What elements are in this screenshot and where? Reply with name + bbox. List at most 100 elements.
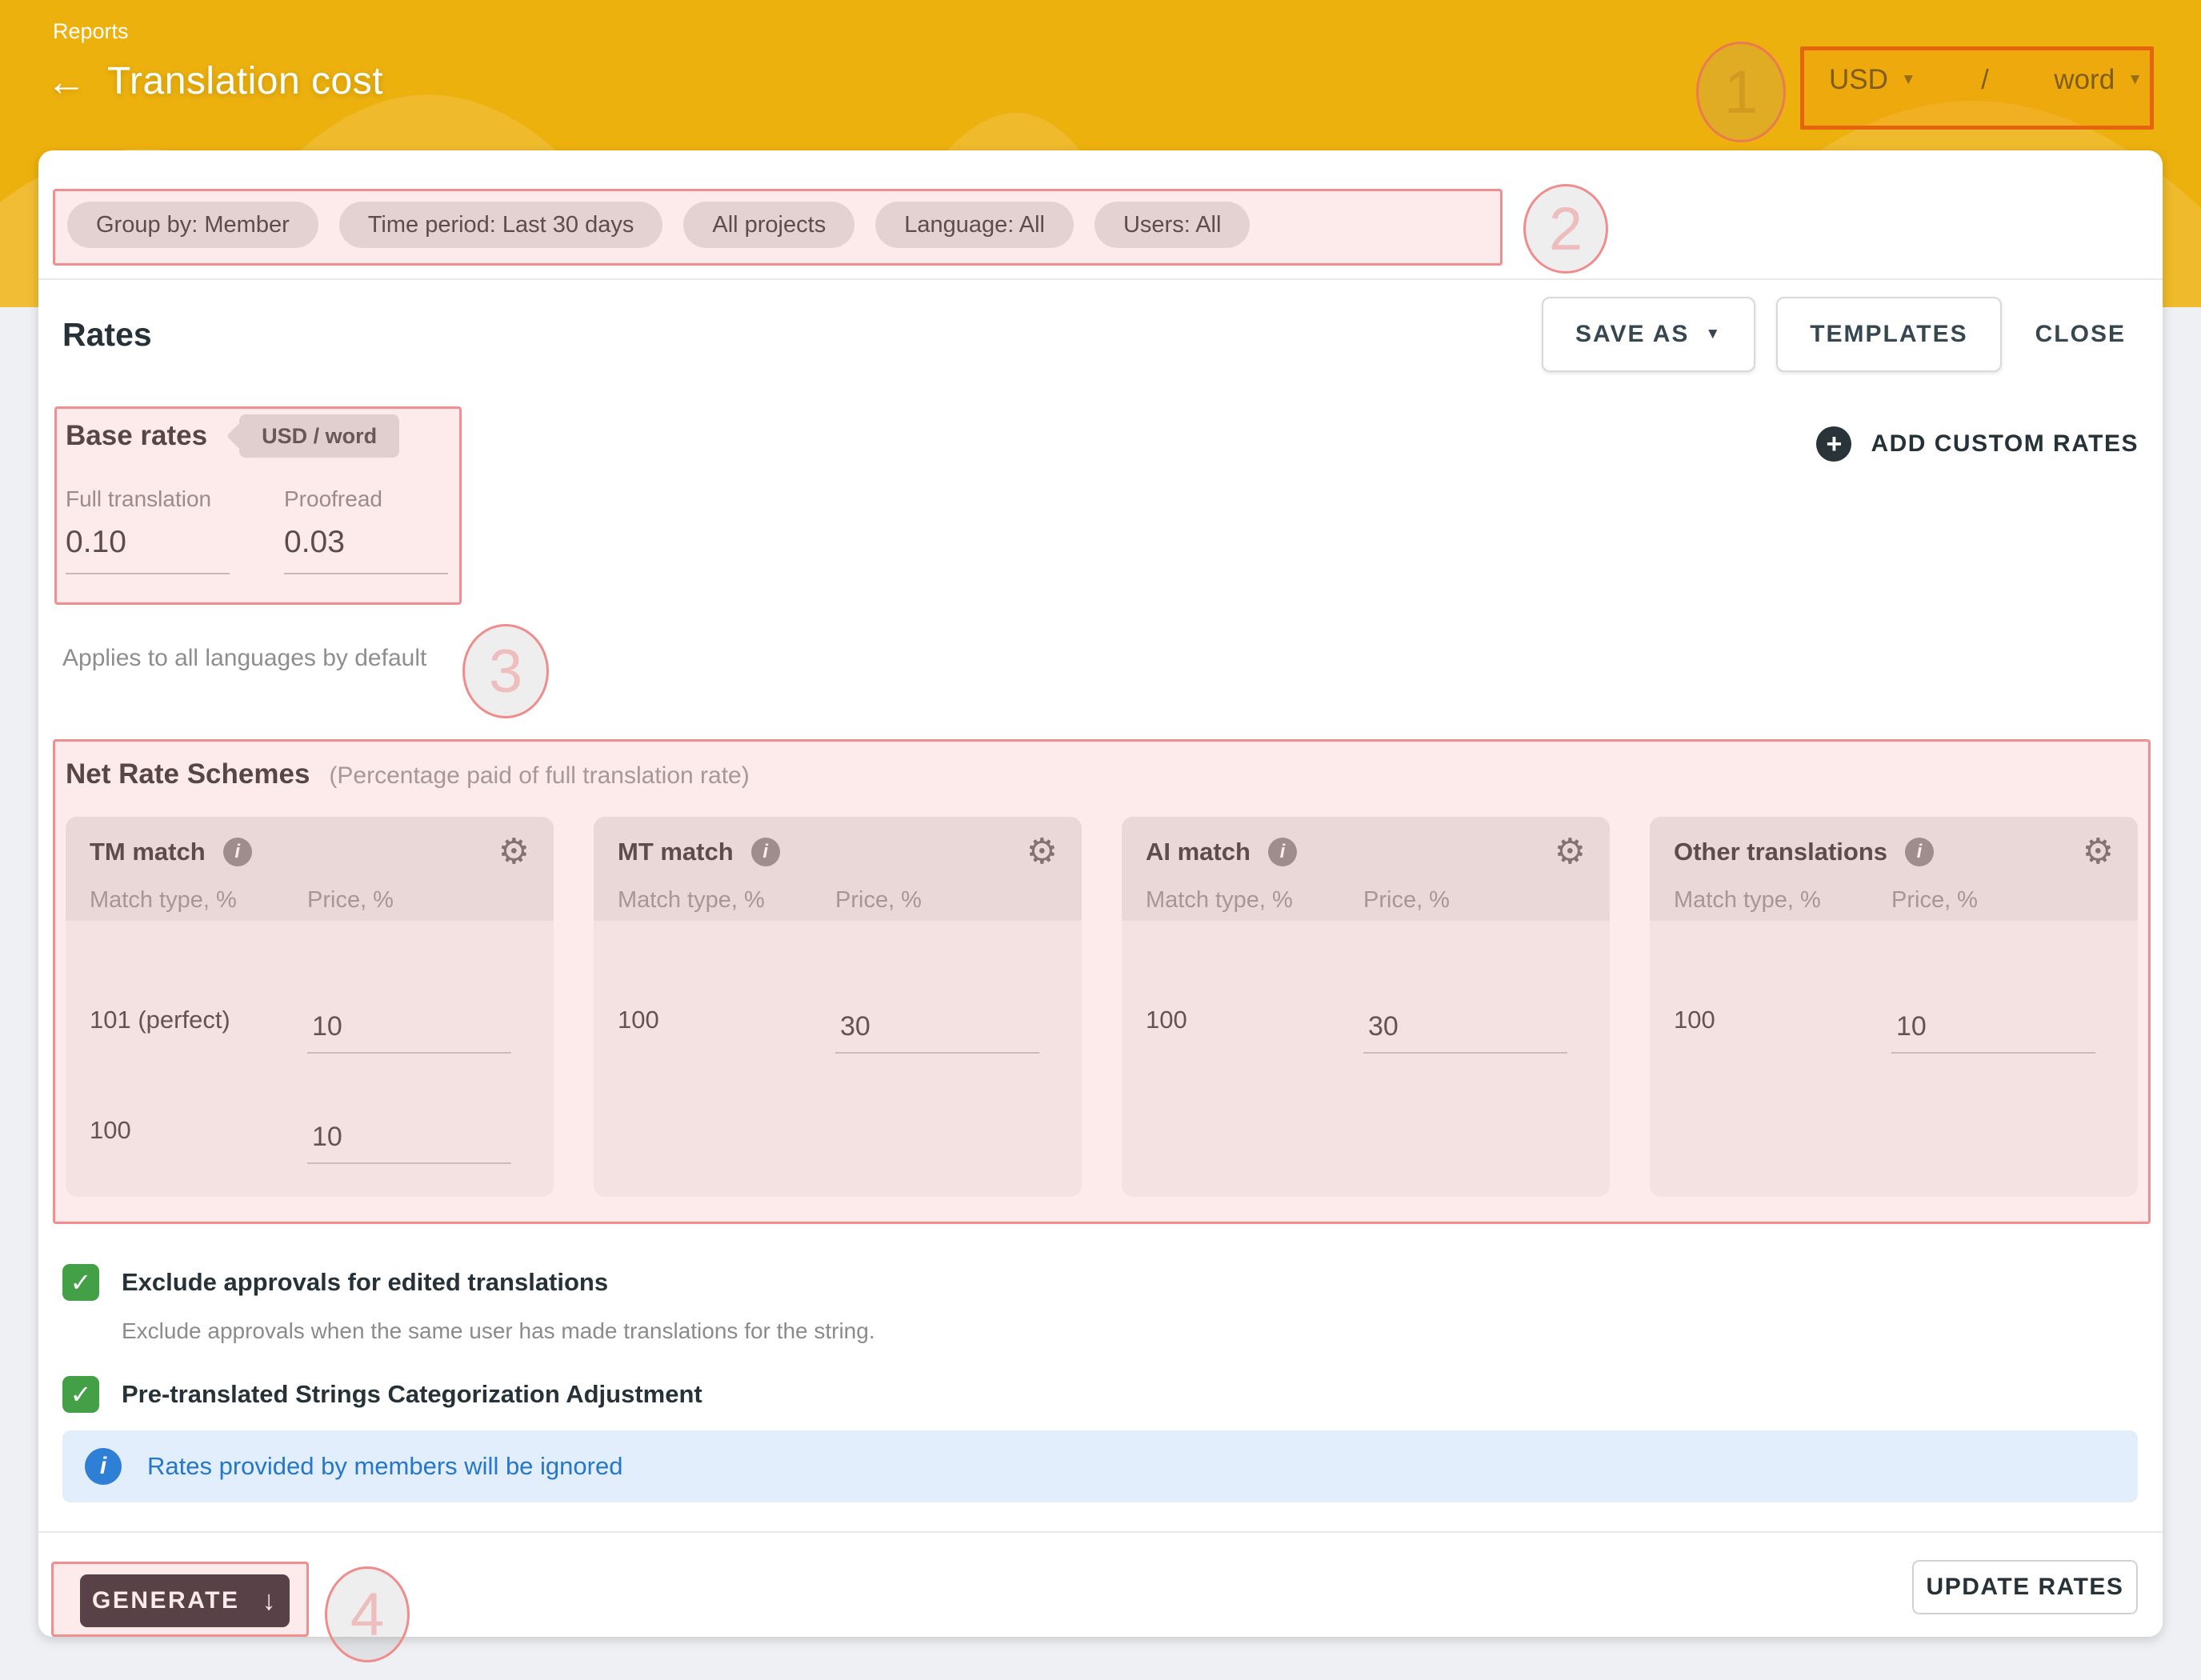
update-rates-button[interactable]: UPDATE RATES [1912,1560,2138,1614]
scheme-row: 100 30 [618,956,1039,1054]
scheme-card-mt-match: MT match i ⚙ Match type, % Price, % 100 … [594,817,1082,1197]
scheme-rows: 100 10 [1650,921,2138,1054]
plus-icon: + [1816,426,1851,462]
net-rate-schemes-subtitle: (Percentage paid of full translation rat… [329,762,749,790]
page-title: Translation cost [107,59,383,103]
chip-group-by[interactable]: Group by: Member [67,202,318,248]
match-type-column-header: Match type, % [618,887,835,914]
separator: / [1981,65,1988,96]
gear-icon[interactable]: ⚙ [2083,834,2114,870]
scheme-card-header: MT match i ⚙ Match type, % Price, % [594,817,1082,921]
scheme-row: 100 10 [90,1066,511,1164]
scheme-rows: 100 30 [1122,921,1610,1054]
rates-actions: SAVE AS ▼ TEMPLATES CLOSE [1542,297,2139,372]
save-as-button[interactable]: SAVE AS ▼ [1542,297,1755,372]
match-type-value: 100 [90,1116,307,1164]
base-rates-fields: Full translation 0.10 Proofread 0.03 [66,486,448,574]
info-icon: i [85,1448,122,1485]
chevron-down-icon: ▼ [1705,326,1722,343]
currency-unit-badge: USD / word [239,414,399,458]
save-as-label: SAVE AS [1575,321,1689,348]
scheme-title: MT match [618,838,734,866]
generate-button[interactable]: GENERATE ↓ [80,1574,290,1627]
scheme-title: AI match [1146,838,1251,866]
scheme-card-header: AI match i ⚙ Match type, % Price, % [1122,817,1610,921]
gear-icon[interactable]: ⚙ [1026,834,1058,870]
checkbox-checked[interactable]: ✓ [62,1264,99,1301]
applies-note: Applies to all languages by default [62,645,426,672]
chip-projects[interactable]: All projects [683,202,854,248]
close-button[interactable]: CLOSE [2023,321,2139,348]
templates-label: TEMPLATES [1810,321,1967,348]
info-banner: i Rates provided by members will be igno… [62,1430,2138,1502]
gear-icon[interactable]: ⚙ [498,834,530,870]
scheme-card-other-translations: Other translations i ⚙ Match type, % Pri… [1650,817,2138,1197]
option-exclude-approvals: ✓ Exclude approvals for edited translati… [62,1264,2131,1301]
price-input[interactable]: 10 [307,1011,511,1054]
price-column-header: Price, % [1363,887,1586,914]
chip-language[interactable]: Language: All [875,202,1074,248]
rates-header-row: Rates SAVE AS ▼ TEMPLATES CLOSE [62,296,2139,373]
option-pretranslated-adjustment: ✓ Pre-translated Strings Categorization … [62,1376,2131,1413]
chevron-down-icon: ▼ [2127,71,2143,89]
base-rates-title: Base rates [66,420,207,452]
unit-value: word [2054,64,2115,96]
scheme-title: Other translations [1674,838,1887,866]
match-type-value: 100 [618,1006,835,1054]
breadcrumb[interactable]: Reports [53,19,129,44]
field-value: 0.10 [66,525,230,560]
templates-button[interactable]: TEMPLATES [1776,297,2001,372]
gear-icon[interactable]: ⚙ [1555,834,1586,870]
scheme-cards-row: TM match i ⚙ Match type, % Price, % 101 … [66,817,2138,1197]
currency-dropdown[interactable]: USD ▼ [1829,64,1916,96]
currency-unit-selector: USD ▼ / word ▼ [1829,64,2143,96]
chip-users[interactable]: Users: All [1094,202,1250,248]
divider [38,1531,2163,1533]
match-type-value: 100 [1146,1006,1363,1054]
price-input[interactable]: 10 [1891,1011,2095,1054]
unit-dropdown[interactable]: word ▼ [2054,64,2143,96]
chip-time-period[interactable]: Time period: Last 30 days [339,202,663,248]
price-input[interactable]: 10 [307,1122,511,1164]
info-icon[interactable]: i [223,838,252,866]
option-label: Pre-translated Strings Categorization Ad… [122,1380,702,1409]
match-type-column-header: Match type, % [1146,887,1363,914]
net-rate-schemes-header: Net Rate Schemes (Percentage paid of ful… [66,758,750,790]
generate-label: GENERATE [92,1587,239,1614]
info-icon[interactable]: i [1905,838,1934,866]
divider [38,278,2163,280]
info-icon[interactable]: i [751,838,780,866]
proofread-field[interactable]: Proofread 0.03 [284,486,448,574]
rates-title: Rates [62,316,152,354]
field-value: 0.03 [284,525,448,560]
info-icon[interactable]: i [1268,838,1297,866]
option-description: Exclude approvals when the same user has… [122,1317,2131,1346]
scheme-rows: 101 (perfect) 10 100 10 [66,921,554,1164]
option-label: Exclude approvals for edited translation… [122,1268,608,1297]
back-arrow-icon[interactable]: ← [46,62,86,102]
title-row: ← Translation cost [46,59,383,103]
base-rates-header: Base rates USD / word [66,414,399,458]
scheme-row: 100 10 [1674,956,2095,1054]
full-translation-field[interactable]: Full translation 0.10 [66,486,230,574]
price-column-header: Price, % [835,887,1058,914]
net-rate-schemes-title: Net Rate Schemes [66,758,310,790]
add-custom-rates-button[interactable]: + ADD CUSTOM RATES [1816,424,2139,464]
arrow-down-icon: ↓ [262,1586,278,1617]
price-column-header: Price, % [307,887,530,914]
scheme-card-ai-match: AI match i ⚙ Match type, % Price, % 100 … [1122,817,1610,1197]
match-type-value: 100 [1674,1006,1891,1054]
scheme-card-tm-match: TM match i ⚙ Match type, % Price, % 101 … [66,817,554,1197]
scheme-card-header: Other translations i ⚙ Match type, % Pri… [1650,817,2138,921]
checkbox-checked[interactable]: ✓ [62,1376,99,1413]
price-input[interactable]: 30 [1363,1011,1567,1054]
price-column-header: Price, % [1891,887,2114,914]
report-settings-card: Group by: Member Time period: Last 30 da… [38,150,2163,1637]
match-type-column-header: Match type, % [1674,887,1891,914]
add-custom-rates-label: ADD CUSTOM RATES [1871,430,2139,458]
scheme-rows: 100 30 [594,921,1082,1054]
match-type-value: 101 (perfect) [90,1006,307,1054]
update-rates-label: UPDATE RATES [1927,1574,2124,1601]
scheme-row: 101 (perfect) 10 [90,956,511,1054]
price-input[interactable]: 30 [835,1011,1039,1054]
